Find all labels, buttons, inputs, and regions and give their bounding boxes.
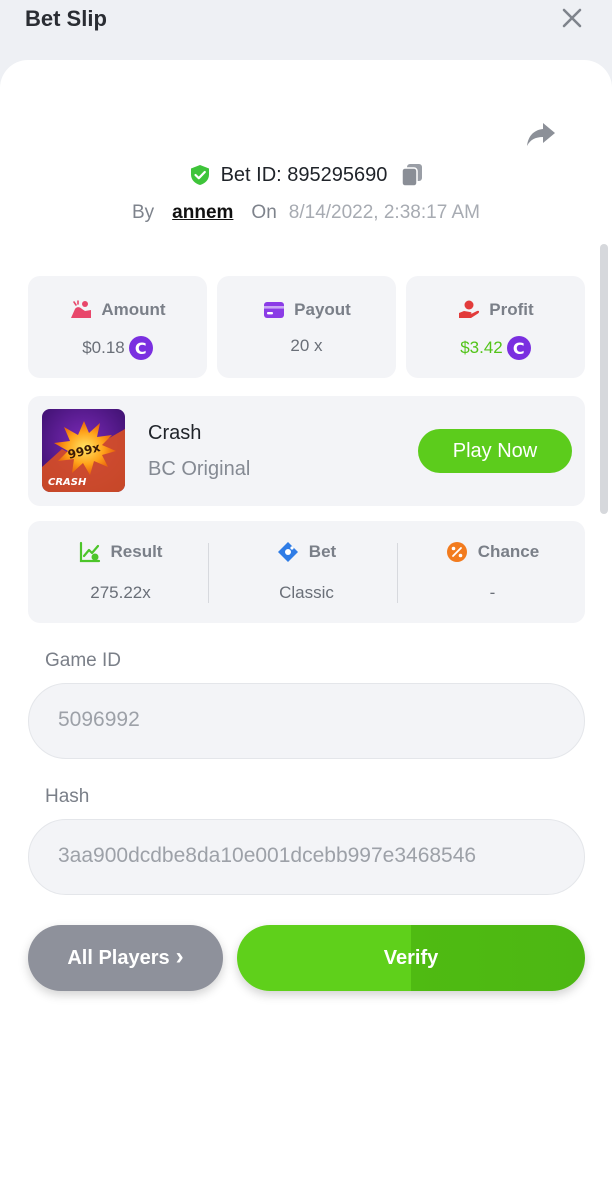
result-chart-icon	[79, 541, 100, 563]
profit-label: Profit	[489, 300, 534, 319]
payout-label: Payout	[294, 300, 351, 319]
divider	[397, 543, 398, 603]
bet-type-value: Classic	[279, 583, 334, 602]
thumb-caption: CRASH	[48, 477, 87, 488]
payout-card: Payout 20 x	[217, 276, 396, 378]
coin-icon: C	[128, 336, 153, 360]
amount-card: Amount $0.18 C	[28, 276, 207, 378]
by-label: By	[131, 202, 155, 223]
copy-icon[interactable]	[401, 163, 423, 187]
amount-value: $0.18	[82, 338, 125, 357]
share-icon[interactable]	[525, 117, 557, 149]
profit-card: Profit $3.42 C	[406, 276, 585, 378]
play-now-button[interactable]: Play Now	[418, 429, 572, 473]
crash-game-thumbnail[interactable]: 999x CRASH	[42, 409, 125, 492]
game-card: 999x CRASH Crash BC Original Play Now	[28, 396, 585, 506]
bet-meta-row: By annem On 8/14/2022, 2:38:17 AM	[0, 198, 612, 228]
coin-icon: C	[506, 336, 531, 360]
result-column: Result 275.22x	[28, 521, 213, 623]
hash-value: 3aa900dcdbe8da10e001dcebb997e3468546	[58, 844, 477, 867]
bet-type-column: Bet Classic	[214, 521, 399, 623]
divider	[208, 543, 209, 603]
shield-check-icon	[190, 165, 209, 185]
bet-id-row: Bet ID: 895295690	[0, 160, 612, 190]
verify-button[interactable]: Verify	[237, 925, 585, 991]
profit-value: $3.42	[460, 338, 503, 357]
profit-hand-icon	[459, 300, 480, 318]
chance-label: Chance	[477, 542, 540, 561]
result-value: 275.22x	[90, 583, 151, 602]
game-id-value: 5096992	[58, 708, 140, 731]
username-link[interactable]: annem	[172, 202, 233, 224]
game-name: Crash	[148, 422, 202, 444]
payout-card-icon	[264, 302, 285, 318]
hash-label: Hash	[45, 786, 90, 807]
hash-field[interactable]: 3aa900dcdbe8da10e001dcebb997e3468546	[28, 819, 585, 895]
chance-column: Chance -	[400, 521, 585, 623]
bet-tag-icon	[277, 542, 298, 562]
result-label: Result	[110, 542, 163, 561]
amount-icon	[71, 300, 92, 318]
header-bar: Bet Slip	[0, 0, 612, 60]
chance-value: -	[489, 583, 496, 602]
bet-type-label: Bet	[308, 542, 337, 561]
all-players-button[interactable]: All Players ›	[28, 925, 223, 991]
page-title: Bet Slip	[25, 6, 107, 31]
bet-slip-sheet: Bet ID: 895295690 By annem On 8/14/2022,…	[0, 60, 612, 1200]
chance-percent-icon	[446, 542, 467, 562]
on-label: On	[251, 202, 277, 223]
bet-details-card: Result 275.22x Bet Classic Chance -	[28, 521, 585, 623]
bet-id-text: Bet ID: 895295690	[220, 163, 388, 186]
payout-value: 20 x	[290, 336, 323, 355]
close-icon[interactable]	[558, 4, 586, 32]
game-subtitle: BC Original	[148, 458, 251, 480]
amount-label: Amount	[101, 300, 166, 319]
game-id-field[interactable]: 5096992	[28, 683, 585, 759]
game-id-label: Game ID	[45, 650, 122, 671]
scrollbar[interactable]	[600, 244, 608, 514]
chevron-right-icon: ›	[175, 942, 184, 970]
all-players-label: All Players	[67, 946, 170, 969]
bet-date: 8/14/2022, 2:38:17 AM	[288, 202, 480, 223]
